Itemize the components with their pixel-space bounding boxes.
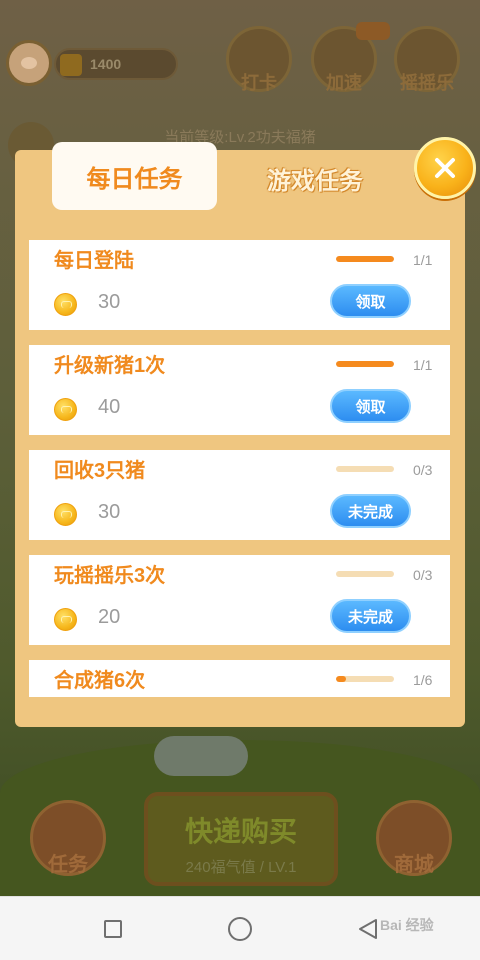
coin-icon — [54, 608, 77, 631]
task-name: 升级新猪1次 — [54, 355, 166, 377]
shop-entry-label: 商城 — [394, 854, 434, 876]
task-progress-count: 1/1 — [413, 252, 433, 268]
task-row: 每日登陆 1/1 30 领取 — [29, 240, 450, 330]
task-name: 每日登陆 — [54, 250, 134, 272]
speedup-badge — [356, 22, 390, 40]
watermark-text: Bai 经验 — [380, 917, 434, 933]
task-progress-bar — [336, 256, 394, 262]
close-button[interactable] — [414, 137, 476, 199]
claim-button[interactable]: 领取 — [330, 389, 411, 423]
task-progress-bar — [336, 466, 394, 472]
coin-icon — [54, 503, 77, 526]
shop-entry-button: 商城 — [376, 800, 452, 876]
task-reward: 20 — [98, 606, 121, 628]
task-entry-button: 任务 — [30, 800, 106, 876]
player-avatar — [6, 40, 52, 86]
task-row: 玩摇摇乐3次 0/3 20 未完成 — [29, 555, 450, 645]
close-x-icon — [435, 158, 455, 178]
task-name: 合成猪6次 — [54, 670, 146, 692]
coin-value: 1400 — [90, 56, 122, 72]
task-reward: 30 — [98, 501, 121, 523]
coin-box-icon — [60, 54, 82, 76]
task-progress-bar — [336, 676, 394, 682]
task-progress-fill — [336, 361, 394, 367]
incomplete-button[interactable]: 未完成 — [330, 494, 411, 528]
task-name: 玩摇摇乐3次 — [54, 565, 166, 587]
task-progress-count: 0/3 — [413, 462, 433, 478]
shake-button: 摇摇乐 — [394, 26, 460, 93]
quick-buy-title: 快递购买 — [184, 816, 297, 847]
task-progress-bar — [336, 361, 394, 367]
coin-icon — [54, 293, 77, 316]
checkin-label: 打卡 — [241, 73, 277, 93]
task-reward: 30 — [98, 291, 121, 313]
task-row: 回收3只猪 0/3 30 未完成 — [29, 450, 450, 540]
task-entry-label: 任务 — [48, 854, 88, 876]
shake-label: 摇摇乐 — [400, 73, 454, 93]
coin-icon — [54, 398, 77, 421]
task-progress-fill — [336, 256, 394, 262]
task-row: 升级新猪1次 1/1 40 领取 — [29, 345, 450, 435]
recents-icon[interactable] — [104, 920, 122, 938]
tab-daily-tasks[interactable]: 每日任务 — [52, 142, 217, 210]
quick-buy-price: 240福气值 / LV.1 — [185, 859, 297, 876]
quick-buy-button: 快递购买 240福气值 / LV.1 — [144, 792, 338, 886]
system-nav-bar: Bai 经验 — [0, 896, 480, 960]
back-icon[interactable] — [356, 917, 380, 941]
task-name: 回收3只猪 — [54, 460, 146, 482]
task-dialog: 每日任务 游戏任务 每日登陆 1/1 30 领取 升级新猪1次 1/1 40 领… — [15, 137, 476, 727]
task-row: 合成猪6次 1/6 — [29, 660, 450, 697]
coin-bar: 1400 — [54, 48, 178, 80]
task-progress-bar — [336, 571, 394, 577]
task-reward: 40 — [98, 396, 121, 418]
home-icon[interactable] — [228, 917, 252, 941]
cloud-decoration — [154, 736, 248, 776]
incomplete-button[interactable]: 未完成 — [330, 599, 411, 633]
claim-button[interactable]: 领取 — [330, 284, 411, 318]
checkin-button: 打卡 — [226, 26, 292, 93]
task-progress-count: 0/3 — [413, 567, 433, 583]
task-progress-fill — [336, 676, 346, 682]
task-progress-count: 1/6 — [413, 672, 433, 688]
speedup-label: 加速 — [326, 73, 362, 93]
task-progress-count: 1/1 — [413, 357, 433, 373]
tab-game-tasks[interactable]: 游戏任务 — [245, 150, 385, 206]
